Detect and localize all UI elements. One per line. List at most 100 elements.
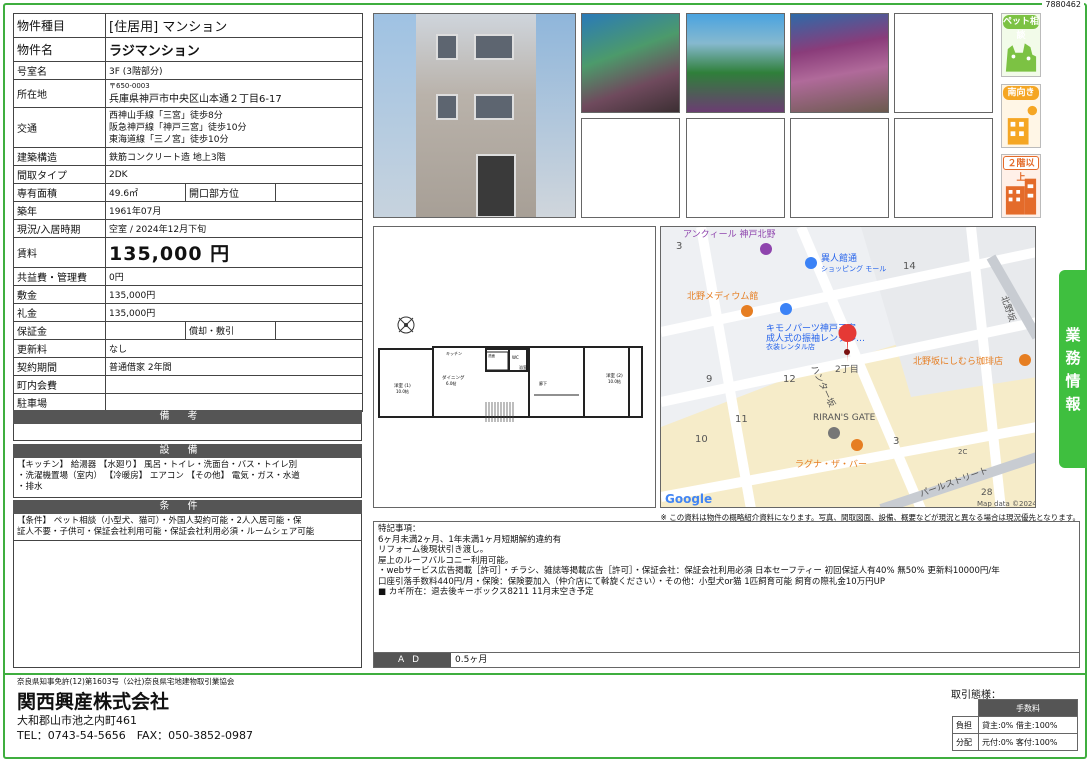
equipment-section: 設備 【キッチン】 給湯器 【水廻り】 風呂・トイレ・洗面台・バス・トイレ別 ・… (13, 444, 362, 498)
map-num-28: 28 (981, 488, 993, 498)
plan-dining-label: ダイニング (442, 374, 465, 381)
built-label: 築年 (13, 201, 106, 220)
map-num-3b: 3 (893, 436, 899, 447)
transit-label: 交通 (13, 107, 106, 148)
postal-code: 〒650-0003 (109, 82, 150, 90)
map-laguna-pin-icon (851, 439, 863, 451)
empty-photo-slot-8 (894, 118, 993, 218)
map-kimono-3: 衣装レンタル店 (766, 342, 815, 351)
trade-corner (953, 700, 979, 717)
location-map[interactable]: アンクィール 神戸北野 3 異人館通 ショッピング モール 14 北野メディウム… (660, 226, 1036, 508)
map-data-credit: Map data ©2024 (977, 500, 1036, 508)
contract-label: 契約期間 (13, 357, 106, 376)
side-tab-char-1: 業 (1065, 326, 1081, 344)
company-name: 関西興産株式会社 (17, 691, 170, 713)
rooftop-photo-1 (581, 13, 680, 113)
type-label: 物件種目 (13, 13, 106, 38)
structure-label: 建築構造 (13, 147, 106, 166)
window-value (274, 183, 364, 202)
pet-badge-label: ペット相談 (1003, 15, 1040, 41)
plan-room2-size: 10.0帖 (608, 378, 621, 384)
community-label: 町内会費 (13, 375, 106, 394)
map-num-14: 14 (903, 261, 916, 272)
rent-label: 賃料 (13, 237, 106, 268)
plan-hall-label: 廊下 (539, 380, 547, 386)
map-num-10: 10 (695, 434, 708, 445)
side-tab-char-4: 報 (1065, 395, 1081, 413)
pet-badge: ペット相談 (1001, 13, 1041, 77)
map-drawing: アンクィール 神戸北野 3 異人館通 ショッピング モール 14 北野メディウム… (661, 227, 1036, 508)
structure-value: 鉄筋コンクリート造 地上3階 (104, 147, 364, 166)
business-info-tab[interactable]: 業 務 情 報 (1059, 270, 1087, 468)
keymoney-label: 礼金 (13, 303, 106, 322)
plan-wc-label: WC (512, 355, 519, 360)
map-ancueil: アンクィール 神戸北野 (683, 228, 776, 240)
room-label: 号室名 (13, 61, 106, 80)
plan-kitchen-label: キッチン (446, 351, 462, 356)
second-floor-badge-label: ２階以上 (1003, 156, 1039, 183)
rent-value: 135,000 円 (104, 237, 364, 268)
name-label: 物件名 (13, 37, 106, 62)
equipment-body: 【キッチン】 給湯器 【水廻り】 風呂・トイレ・洗面台・バス・トイレ別 ・洗濯機… (13, 458, 362, 498)
address-cell: 〒650-0003 兵庫県神戸市中央区山本通２丁目6-17 (104, 79, 364, 108)
transit-3: 東海道線「三ノ宮」徒歩10分 (109, 134, 229, 145)
ad-label: AD (374, 653, 451, 667)
name-value: ラジマンション (104, 37, 364, 62)
layout-value: 2DK (104, 165, 364, 184)
area-value: 49.6㎡ (105, 183, 186, 202)
map-laguna: ラグナ・ザ・バー (795, 458, 867, 470)
notes-body (13, 424, 362, 441)
footer-divider (5, 673, 1085, 675)
map-rirans: RIRAN'S GATE (813, 413, 876, 423)
community-value (104, 375, 364, 394)
plan-wash-label: 洗面 (488, 353, 496, 358)
trade-row2-value: 元付:0% 客付:100% (978, 733, 1078, 751)
transit-2: 阪急神戸線「神戸三宮」徒歩10分 (109, 122, 247, 133)
plan-bath-label: 浴室 (519, 364, 527, 370)
map-medium: 北野メディウム館 (687, 290, 758, 302)
trade-table: 手数料 負担 貸主:0% 借主:100% 分配 元付:0% 客付:100% (952, 699, 1078, 751)
conditions-blank-area (13, 541, 362, 668)
floor-plan-drawing: 洋室 (1) 10.0帖 キッチン ダイニング 6.0帖 洗面 WC 浴室 廊下… (378, 316, 643, 422)
second-floor-badge: ２階以上 (1001, 154, 1041, 218)
map-google-logo: Google (665, 492, 712, 506)
map-ancueil-pin-icon (760, 243, 772, 255)
sun-building-icon (1007, 105, 1038, 145)
trade-fee-header: 手数料 (978, 699, 1078, 717)
map-num-9: 9 (706, 374, 712, 385)
equipment-title: 設備 (13, 444, 362, 458)
notes-title: 備考 (13, 410, 362, 424)
plan-room1-label: 洋室 (1) (394, 382, 411, 389)
plan-room1-size: 10.0帖 (396, 388, 409, 394)
fee-label: 共益費・管理費 (13, 267, 106, 286)
map-nishimura-pin-icon (1019, 354, 1031, 366)
map-num-3: 3 (676, 241, 682, 252)
parking-label: 駐車場 (13, 393, 106, 412)
ad-row: AD 0.5ヶ月 (374, 652, 1079, 667)
plan-dining-size: 6.0帖 (446, 380, 456, 386)
conditions-body: 【条件】 ペット相談（小型犬、猫可）・外国人契約可能・2人入居可能・保 証人不要… (13, 514, 362, 541)
deposit-label: 敷金 (13, 285, 106, 304)
address-value: 兵庫県神戸市中央区山本通２丁目6-17 (109, 94, 282, 105)
trade-row2-label: 分配 (952, 733, 979, 751)
south-badge: 南向き (1001, 84, 1041, 148)
room-value: 3F (3階部分) (104, 61, 364, 80)
empty-photo-slot-4 (894, 13, 993, 113)
building-facade (416, 14, 536, 217)
company-phone: TEL：0743-54-5656 FAX：050-3852-0987 (17, 729, 254, 742)
map-ijinkan-sub: ショッピング モール (821, 264, 886, 273)
status-value: 空室 / 2024年12月下旬 (104, 219, 364, 238)
renewal-label: 更新料 (13, 339, 106, 358)
transit-1: 西神山手線「三宮」徒歩8分 (109, 110, 223, 121)
amort-value (274, 321, 364, 340)
building-photo (373, 13, 576, 218)
south-badge-label: 南向き (1003, 86, 1039, 100)
notes-section: 備考 (13, 410, 362, 441)
map-rirans-pin-icon (828, 427, 840, 439)
renewal-value: なし (104, 339, 364, 358)
side-tab-char-2: 務 (1065, 349, 1081, 367)
conditions-title: 条件 (13, 500, 362, 514)
compass-icon (397, 316, 415, 334)
fee-value: 0円 (104, 267, 364, 286)
deposit-value: 135,000円 (104, 285, 364, 304)
